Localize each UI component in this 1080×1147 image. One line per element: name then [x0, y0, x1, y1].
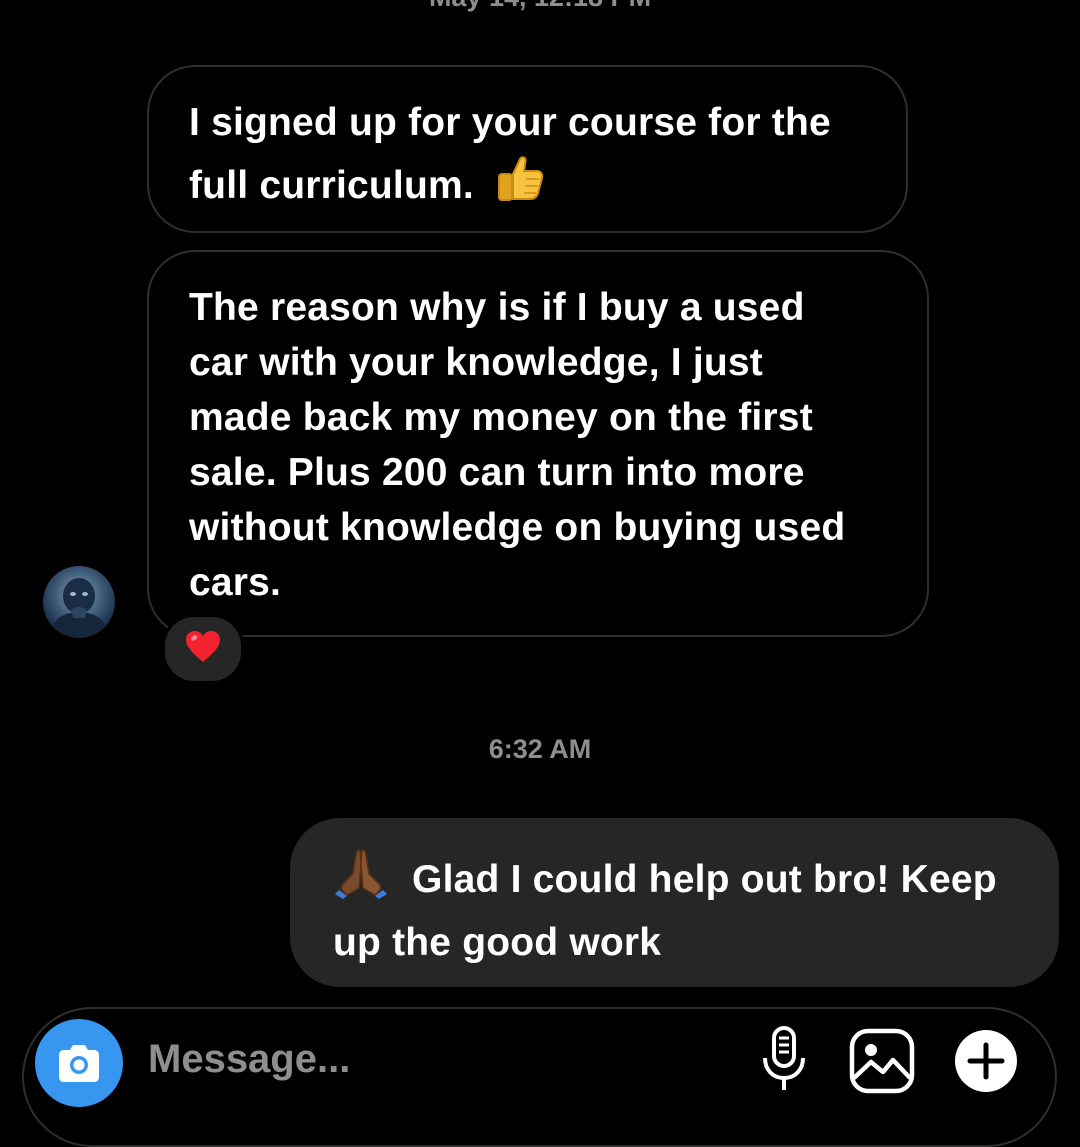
- message-line: up the good work: [333, 921, 662, 964]
- camera-icon: [35, 1045, 123, 1111]
- thumbs-up-icon: [493, 150, 547, 219]
- image-icon: [849, 1028, 915, 1098]
- message-line: without knowledge on buying used: [189, 506, 846, 549]
- message-line: sale. Plus 200 can turn into more: [189, 451, 805, 494]
- message-line: I signed up for your course for the: [189, 101, 831, 144]
- message-line-with-emoji: Glad I could help out bro! Keep: [333, 844, 1019, 915]
- message-line: car with your knowledge, I just: [189, 341, 763, 384]
- thread-timestamp: 6:32 AM: [488, 734, 592, 764]
- message-line: The reason why is if I buy a used: [189, 286, 805, 329]
- camera-button[interactable]: [35, 1019, 123, 1107]
- incoming-message[interactable]: The reason why is if I buy a used car wi…: [147, 250, 929, 637]
- more-options-button[interactable]: [953, 1028, 1019, 1094]
- message-input[interactable]: [148, 1037, 708, 1082]
- microphone-icon: [758, 1026, 810, 1098]
- plus-icon: [953, 1030, 1019, 1098]
- voice-message-button[interactable]: [758, 1024, 810, 1094]
- sender-avatar[interactable]: [43, 566, 115, 638]
- message-line: Glad I could help out bro! Keep: [412, 858, 997, 901]
- message-line: full curriculum.: [189, 164, 474, 207]
- heart-icon: [185, 630, 221, 669]
- message-reaction[interactable]: [162, 614, 244, 684]
- message-line: cars.: [189, 561, 282, 604]
- thread-timestamp: May 14, 12:18 PM: [0, 0, 1080, 13]
- outgoing-message[interactable]: Glad I could help out bro! Keep up the g…: [290, 818, 1059, 987]
- incoming-message[interactable]: I signed up for your course for the full…: [147, 65, 908, 233]
- message-line-with-emoji: full curriculum.: [189, 150, 866, 219]
- gallery-button[interactable]: [849, 1028, 915, 1094]
- message-line: made back my money on the first: [189, 396, 813, 439]
- folded-hands-icon: [333, 844, 389, 915]
